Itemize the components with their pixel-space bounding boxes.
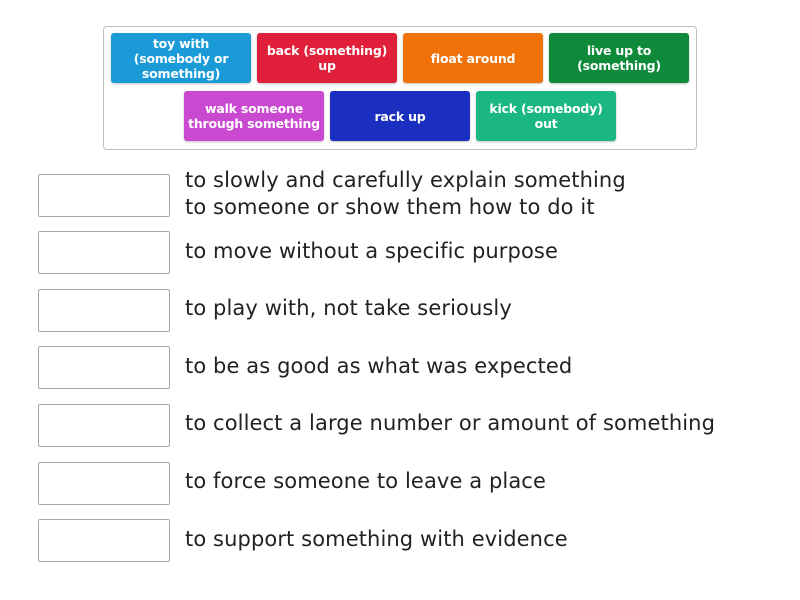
- tile-label: live up to (something): [577, 43, 661, 73]
- tile-toy-with[interactable]: toy with (somebody or something): [111, 33, 251, 83]
- tile-label: toy with (somebody or something): [133, 35, 229, 81]
- answer-tile-tray: toy with (somebody or something) back (s…: [103, 26, 697, 150]
- drop-slot-5[interactable]: [38, 404, 170, 447]
- drop-slot-1[interactable]: [38, 174, 170, 217]
- drop-slot-4[interactable]: [38, 346, 170, 389]
- drop-slot-7[interactable]: [38, 519, 170, 562]
- tile-label: float around: [430, 50, 516, 66]
- drop-slot-6[interactable]: [38, 462, 170, 505]
- definition-4: to be as good as what was expected: [185, 354, 573, 378]
- tile-float-around[interactable]: float around: [403, 33, 543, 83]
- definition-line: to someone or show them how to do it: [185, 195, 595, 219]
- tile-rack-up[interactable]: rack up: [330, 91, 470, 141]
- definition-2: to move without a specific purpose: [185, 239, 558, 263]
- definition-line: to slowly and carefully explain somethin…: [185, 168, 626, 192]
- definition-3: to play with, not take seriously: [185, 296, 512, 320]
- tile-label: kick (somebody) out: [489, 101, 603, 131]
- tile-walk-through[interactable]: walk someone through something: [184, 91, 324, 141]
- definition-1: to slowly and carefully explain somethin…: [185, 167, 626, 221]
- tile-back-up[interactable]: back (something) up: [257, 33, 397, 83]
- definition-6: to force someone to leave a place: [185, 469, 546, 493]
- tile-live-up-to[interactable]: live up to (something): [549, 33, 689, 83]
- tile-label: rack up: [374, 108, 426, 124]
- tile-label: walk someone through something: [188, 101, 320, 131]
- tile-kick-out[interactable]: kick (somebody) out: [476, 91, 616, 141]
- drop-slot-3[interactable]: [38, 289, 170, 332]
- definition-7: to support something with evidence: [185, 527, 568, 551]
- tile-label: back (something) up: [266, 43, 388, 73]
- drop-slot-2[interactable]: [38, 231, 170, 274]
- definition-5: to collect a large number or amount of s…: [185, 411, 716, 435]
